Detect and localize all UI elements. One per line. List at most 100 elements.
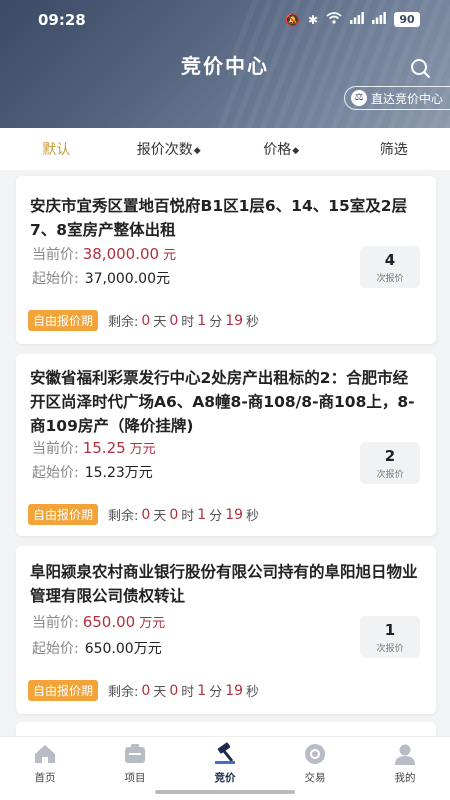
current-price-label: 当前价: [32, 615, 79, 631]
hour-label: 时 [181, 315, 195, 330]
second-label: 秒 [246, 685, 260, 700]
bid-count-label: 次报价 [376, 470, 404, 480]
listing-card[interactable]: 阜阳颍泉农村商业银行股份有限公司持有的阜阳旭日物业管理有限公司债权转让 当前价:… [16, 546, 436, 714]
user-icon [395, 744, 415, 765]
days-value: 0 [141, 506, 151, 523]
current-price-unit: 万元 [139, 616, 166, 631]
minute-label: 分 [209, 315, 223, 330]
current-price-unit: 万元 [129, 442, 156, 457]
filter-default-label: 默认 [42, 142, 71, 158]
bid-count-box: 2 次报价 [360, 442, 420, 484]
current-price-label: 当前价: [32, 247, 79, 263]
listing-card[interactable]: 安徽省福利彩票发行中心2处房产出租标的2：合肥市经开区尚泽时代广场A6、A8幢8… [16, 354, 436, 536]
current-price-unit: 元 [163, 248, 177, 263]
search-icon[interactable] [408, 56, 432, 80]
hour-label: 时 [181, 509, 195, 524]
current-price-row: 当前价: 15.25 万元 [32, 438, 156, 458]
status-time: 09:28 [38, 11, 86, 29]
start-price-row: 起始价: 37,000.00元 [32, 268, 170, 288]
home-indicator [155, 790, 295, 794]
tab-home[interactable]: 首页 [0, 737, 90, 800]
signal-icon-2 [372, 12, 386, 27]
filter-price-label: 价格 [263, 142, 292, 158]
days-value: 0 [141, 312, 151, 329]
listing-card[interactable]: 安庆市宜秀区置地百悦府B1区1层6、14、15室及2层7、8室房产整体出租 当前… [16, 176, 436, 344]
filter-screen-label: 筛选 [379, 142, 408, 158]
bid-count-label: 次报价 [376, 644, 404, 654]
day-label: 天 [153, 315, 167, 330]
project-icon [125, 744, 145, 763]
day-label: 天 [153, 685, 167, 700]
hours-value: 0 [169, 312, 179, 329]
start-price-label: 起始价: [32, 465, 79, 481]
hours-value: 0 [169, 506, 179, 523]
countdown-row: 自由报价期 剩余: 0天 0时 1分 19 秒 [28, 680, 259, 701]
tab-project-label: 项目 [124, 772, 146, 784]
filter-price[interactable]: 价格◆ [225, 139, 338, 159]
current-price-value: 15.25 [82, 439, 126, 457]
seconds-value: 19 [225, 312, 244, 329]
bid-count-label: 次报价 [376, 274, 404, 284]
header: 09:28 🔕 ✱ 90 竞价中心 ⚖ 直达竞价中心 [0, 0, 450, 128]
battery-icon: 90 [394, 12, 420, 27]
start-price-label: 起始价: [32, 641, 79, 657]
current-price-label: 当前价: [32, 441, 79, 457]
bluetooth-icon: ✱ [307, 12, 318, 27]
hour-label: 时 [181, 685, 195, 700]
listing-title: 安庆市宜秀区置地百悦府B1区1层6、14、15室及2层7、8室房产整体出租 [30, 197, 408, 239]
bid-count-box: 1 次报价 [360, 616, 420, 658]
minutes-value: 1 [197, 312, 207, 329]
gavel-icon: ⚖ [350, 90, 367, 106]
listing-title: 安徽省福利彩票发行中心2处房产出租标的2：合肥市经开区尚泽时代广场A6、A8幢8… [30, 369, 415, 435]
current-price-value: 650.00 [82, 613, 136, 631]
page-title: 竞价中心 [181, 54, 269, 78]
free-bid-badge: 自由报价期 [28, 504, 99, 525]
free-bid-badge: 自由报价期 [28, 310, 99, 331]
countdown-row: 自由报价期 剩余: 0天 0时 1分 19 秒 [28, 310, 259, 331]
filter-bar: 默认 报价次数◆ 价格◆ 筛选 [0, 128, 450, 170]
minute-label: 分 [209, 685, 223, 700]
mute-icon: 🔕 [284, 12, 300, 27]
filter-screen[interactable]: 筛选 [338, 139, 450, 159]
remaining-label: 剩余: [108, 315, 139, 330]
tab-mine-label: 我的 [394, 772, 416, 784]
free-bid-badge: 自由报价期 [28, 680, 99, 701]
remaining-label: 剩余: [108, 509, 139, 524]
signal-icon [350, 12, 364, 27]
bid-count: 4 [384, 251, 396, 269]
tab-trade-label: 交易 [304, 772, 326, 784]
current-price-row: 当前价: 38,000.00 元 [32, 244, 176, 264]
jump-to-bid-center-button[interactable]: ⚖ 直达竞价中心 [343, 86, 450, 110]
second-label: 秒 [246, 509, 260, 524]
start-price-value: 15.23万元 [84, 465, 153, 481]
current-price-value: 38,000.00 [82, 245, 160, 263]
current-price-row: 当前价: 650.00 万元 [32, 612, 165, 632]
start-price-row: 起始价: 15.23万元 [32, 462, 153, 482]
status-icons: 🔕 ✱ 90 [285, 12, 420, 27]
tab-bid-label: 竞价 [214, 772, 236, 784]
days-value: 0 [141, 682, 151, 699]
tab-home-label: 首页 [34, 772, 56, 784]
start-price-value: 650.00万元 [84, 641, 162, 657]
hours-value: 0 [169, 682, 179, 699]
filter-bid-count-label: 报价次数 [136, 142, 193, 158]
listing-title: 阜阳颍泉农村商业银行股份有限公司持有的阜阳旭日物业管理有限公司债权转让 [30, 563, 418, 605]
wifi-icon [326, 12, 342, 27]
minutes-value: 1 [197, 506, 207, 523]
start-price-row: 起始价: 650.00万元 [32, 638, 162, 658]
jump-label: 直达竞价中心 [370, 91, 443, 106]
countdown-row: 自由报价期 剩余: 0天 0时 1分 19 秒 [28, 504, 259, 525]
filter-default[interactable]: 默认 [0, 139, 113, 159]
seconds-value: 19 [225, 506, 244, 523]
minutes-value: 1 [197, 682, 207, 699]
seconds-value: 19 [225, 682, 244, 699]
bid-count: 1 [384, 621, 396, 639]
tab-mine[interactable]: 我的 [360, 737, 450, 800]
minute-label: 分 [209, 509, 223, 524]
filter-bid-count[interactable]: 报价次数◆ [113, 139, 226, 159]
second-label: 秒 [246, 315, 260, 330]
bid-icon [215, 742, 235, 764]
day-label: 天 [153, 509, 167, 524]
remaining-label: 剩余: [108, 685, 139, 700]
sort-icon: ◆ [193, 146, 201, 156]
